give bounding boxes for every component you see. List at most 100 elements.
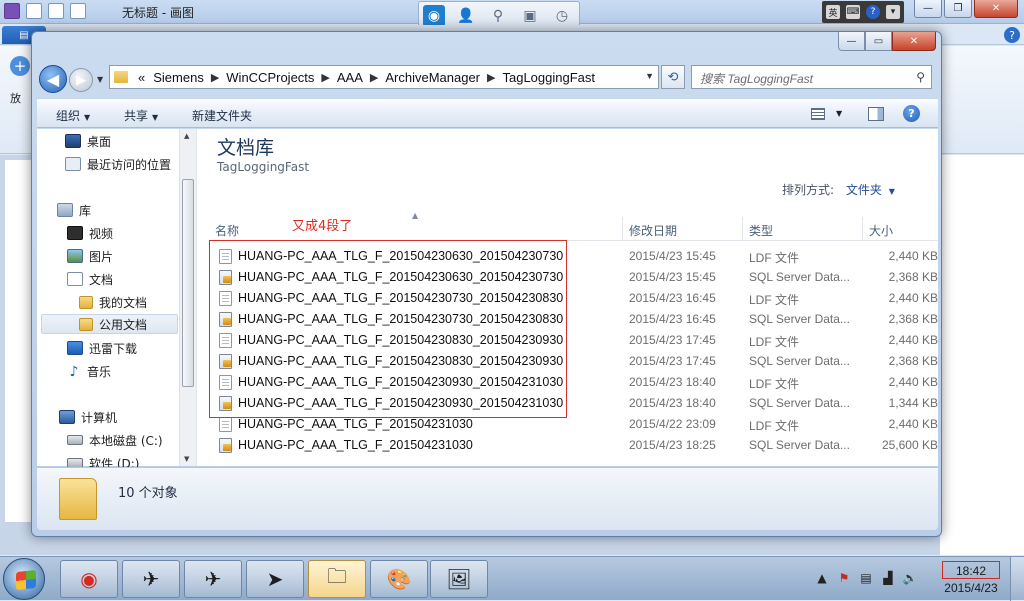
refresh-button[interactable]: ⟲ [661,65,685,89]
nav-item-videos[interactable]: 视频 [67,223,113,243]
address-dropdown-icon[interactable]: ▼ [645,71,654,81]
search-icon[interactable]: ⚲ [487,5,509,27]
file-row[interactable]: HUANG-PC_AAA_TLG_F_201504231030 2015/4/23… [215,435,938,456]
action-center-flag-icon[interactable]: ⚑ [837,571,851,585]
taskbar-photo-viewer[interactable]: 🖼 [430,560,488,598]
contact-icon[interactable]: 👤 [455,5,477,27]
file-type: SQL Server Data... [749,312,850,326]
minimize-button[interactable]: — [838,32,865,51]
column-divider[interactable] [862,217,863,241]
system-clock[interactable]: 18:42 2015/4/23 [938,561,1004,595]
column-header-date[interactable]: 修改日期 [629,222,677,239]
network-icon[interactable]: ▟ [881,571,895,585]
forward-button[interactable]: ▶ [69,68,93,92]
view-options-icon[interactable] [811,108,825,120]
explorer-window-controls: — ▭ ✕ [838,32,936,51]
column-header-type[interactable]: 类型 [749,222,773,239]
breadcrumb-archivemanager[interactable]: ArchiveManager [381,70,484,85]
scroll-down-icon[interactable]: ▼ [184,455,189,463]
paint-paste-group: + 放 [10,56,30,106]
column-divider[interactable] [742,217,743,241]
taskbar-paint[interactable]: 🎨 [370,560,428,598]
share-label: 共享 [124,109,149,123]
paint-window-title: 无标题 - 画图 [122,6,194,20]
address-bar[interactable]: « Siemens ▶ WinCCProjects ▶ AAA ▶ Archiv… [109,65,659,89]
breadcrumb-separator-icon[interactable]: ▶ [318,71,332,84]
recent-places-icon [65,157,81,171]
breadcrumb-separator-icon[interactable]: ▶ [208,71,222,84]
scrollbar-thumb[interactable] [182,179,194,387]
column-header-name[interactable]: 名称 [215,222,239,239]
nav-item-public-documents[interactable]: 公用文档 [41,314,178,334]
red-annotation-text: 又成4段了 [292,219,353,234]
paint-close-button[interactable]: ✕ [974,0,1018,18]
start-button[interactable] [3,558,45,600]
save-icon[interactable] [26,3,42,19]
preview-pane-icon[interactable] [868,107,884,121]
close-button[interactable]: ✕ [892,32,936,51]
safely-remove-icon[interactable]: ▤ [859,571,873,585]
show-desktop-button[interactable] [1010,557,1024,601]
breadcrumb-separator-icon[interactable]: ▶ [484,71,498,84]
clock-icon[interactable]: ◷ [551,5,573,27]
breadcrumb-separator-icon[interactable]: ▶ [367,71,381,84]
ime-mode-icon[interactable]: 英 [826,5,840,19]
column-divider[interactable] [622,217,623,241]
search-input[interactable]: 搜索 TagLoggingFast ⚲ [691,65,932,89]
nav-item-libraries[interactable]: 库 [57,200,91,220]
nav-item-computer[interactable]: 计算机 [59,407,117,427]
paint-minimize-button[interactable]: — [914,0,942,18]
search-icon[interactable]: ⚲ [916,70,925,84]
share-menu[interactable]: 共享 ▼ [124,107,158,124]
nav-item-recent[interactable]: 最近访问的位置 [65,154,171,174]
qq-logo-icon[interactable]: ◉ [423,5,445,27]
keyboard-icon[interactable]: ⌨ [846,5,860,19]
paint-maximize-button[interactable]: ❐ [944,0,972,18]
nav-item-pictures[interactable]: 图片 [67,246,113,266]
file-date: 2015/4/23 16:45 [629,312,716,326]
chevron-down-icon[interactable]: ▼ [889,187,895,196]
breadcrumb-winccprojects[interactable]: WinCCProjects [222,70,318,85]
back-button[interactable]: ◀ [39,65,67,93]
help-icon[interactable]: ? [903,105,920,122]
new-folder-button[interactable]: 新建文件夹 [192,107,252,124]
recent-pages-icon[interactable]: ▼ [97,75,103,84]
nav-item-music[interactable]: ♪ 音乐 [67,361,111,381]
breadcrumb-siemens[interactable]: Siemens [149,70,208,85]
nav-item-thunder-downloads[interactable]: 迅雷下载 [67,338,137,358]
organize-menu[interactable]: 组织 ▼ [56,107,90,124]
nav-item-desktop[interactable]: 桌面 [65,131,111,151]
paint-app-icon[interactable] [4,3,20,19]
paint-canvas[interactable] [5,160,33,522]
volume-icon[interactable]: 🔊 [903,571,918,585]
paint-help-icon[interactable]: ? [1004,27,1020,43]
breadcrumb-aaa[interactable]: AAA [333,70,367,85]
paste-icon[interactable]: + [10,56,30,76]
taskbar-qq-player[interactable]: ◉ [60,560,118,598]
maximize-button[interactable]: ▭ [865,32,892,51]
ime-help-icon[interactable]: ? [866,5,880,19]
breadcrumb-tagloggingfast[interactable]: TagLoggingFast [498,70,599,85]
scroll-up-icon[interactable]: ▲ [184,132,189,140]
arrange-by-dropdown[interactable]: 文件夹 [846,183,882,197]
taskbar-wincc-1[interactable]: ✈ [122,560,180,598]
nav-item-drive-c[interactable]: 本地磁盘 (C:) [67,430,163,450]
column-header-size[interactable]: 大小 [869,222,893,239]
nav-item-documents[interactable]: 文档 [67,269,113,289]
show-hidden-icons-icon[interactable]: ▲ [815,571,829,585]
redo-icon[interactable] [70,3,86,19]
file-date: 2015/4/23 15:45 [629,249,716,263]
nav-item-label: 桌面 [87,134,112,149]
ime-options-icon[interactable]: ▾ [886,5,900,19]
taskbar-explorer[interactable]: 🗀 [308,560,366,598]
screenshot-icon[interactable]: ▣ [519,5,541,27]
nav-item-my-documents[interactable]: 我的文档 [79,292,147,312]
arrange-by: 排列方式: 文件夹 ▼ [782,181,895,198]
windows-logo-icon [16,569,36,591]
undo-icon[interactable] [48,3,64,19]
taskbar-app-arrow[interactable]: ➤ [246,560,304,598]
view-options-chevron-icon[interactable]: ▼ [836,109,842,118]
taskbar-wincc-2[interactable]: ✈ [184,560,242,598]
navigation-scrollbar[interactable]: ▲ ▼ [179,129,196,466]
breadcrumb-overflow[interactable]: « [134,70,149,85]
